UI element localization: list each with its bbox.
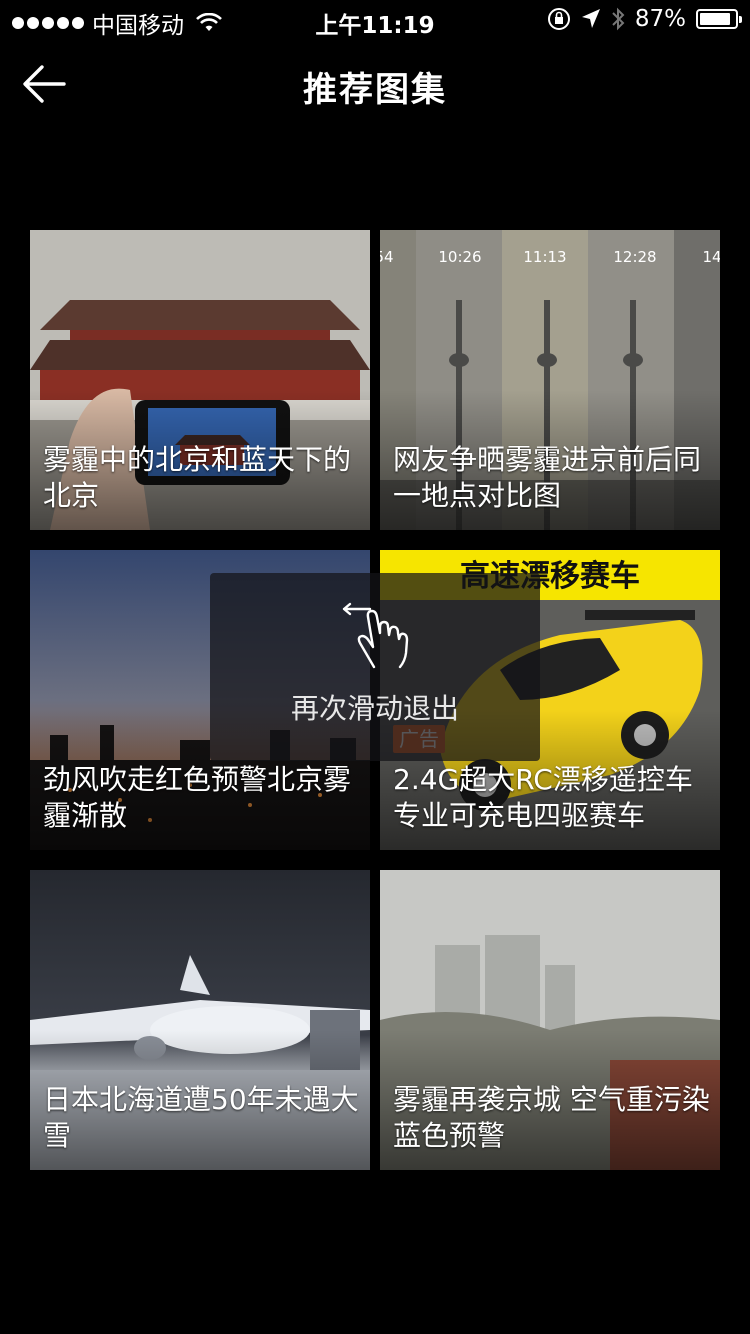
battery-percent: 87% — [634, 6, 686, 32]
tile-caption: 网友争晒雾霾进京前后同一地点对比图 — [393, 443, 702, 512]
orientation-lock-icon — [547, 8, 570, 30]
time-label: 10:26 — [438, 248, 481, 266]
tile-caption: 雾霾中的北京和蓝天下的北京 — [43, 443, 352, 512]
gallery-tile[interactable]: 日本北海道遭50年未遇大雪 — [30, 870, 370, 1170]
battery-icon — [696, 9, 742, 29]
time-label: 11:13 — [523, 248, 566, 266]
location-arrow-icon — [581, 9, 600, 28]
swipe-hint-text: 再次滑动退出 — [290, 692, 459, 725]
time-label: 12:28 — [613, 248, 656, 266]
status-bar: 中国移动 上午11:19 87% — [0, 0, 750, 40]
gallery-tile[interactable]: 54 10:26 11:13 12:28 14 网友争晒雾霾进京前后同一地点对比… — [380, 230, 720, 530]
tile-caption: 劲风吹走红色预警北京雾霾渐散 — [43, 763, 352, 832]
tile-caption: 雾霾再袭京城 空气重污染蓝色预警 — [393, 1083, 710, 1152]
nav-bar: 推荐图集 — [0, 40, 750, 130]
status-right: 87% — [547, 6, 742, 32]
swipe-hand-icon — [342, 602, 409, 669]
page-title: 推荐图集 — [303, 70, 447, 110]
bluetooth-icon — [612, 7, 625, 31]
tile-caption: 日本北海道遭50年未遇大雪 — [43, 1083, 359, 1152]
time-label: 54 — [380, 248, 394, 266]
tile-caption: 2.4G超大RC漂移遥控车 专业可充电四驱赛车 — [393, 763, 693, 832]
swipe-hint-overlay: 再次滑动退出 — [210, 573, 540, 761]
battery-fill — [700, 13, 730, 25]
gallery-tile[interactable]: 雾霾再袭京城 空气重污染蓝色预警 — [380, 870, 720, 1170]
time-label: 14 — [702, 248, 720, 266]
gallery-tile[interactable]: 雾霾中的北京和蓝天下的北京 — [30, 230, 370, 530]
